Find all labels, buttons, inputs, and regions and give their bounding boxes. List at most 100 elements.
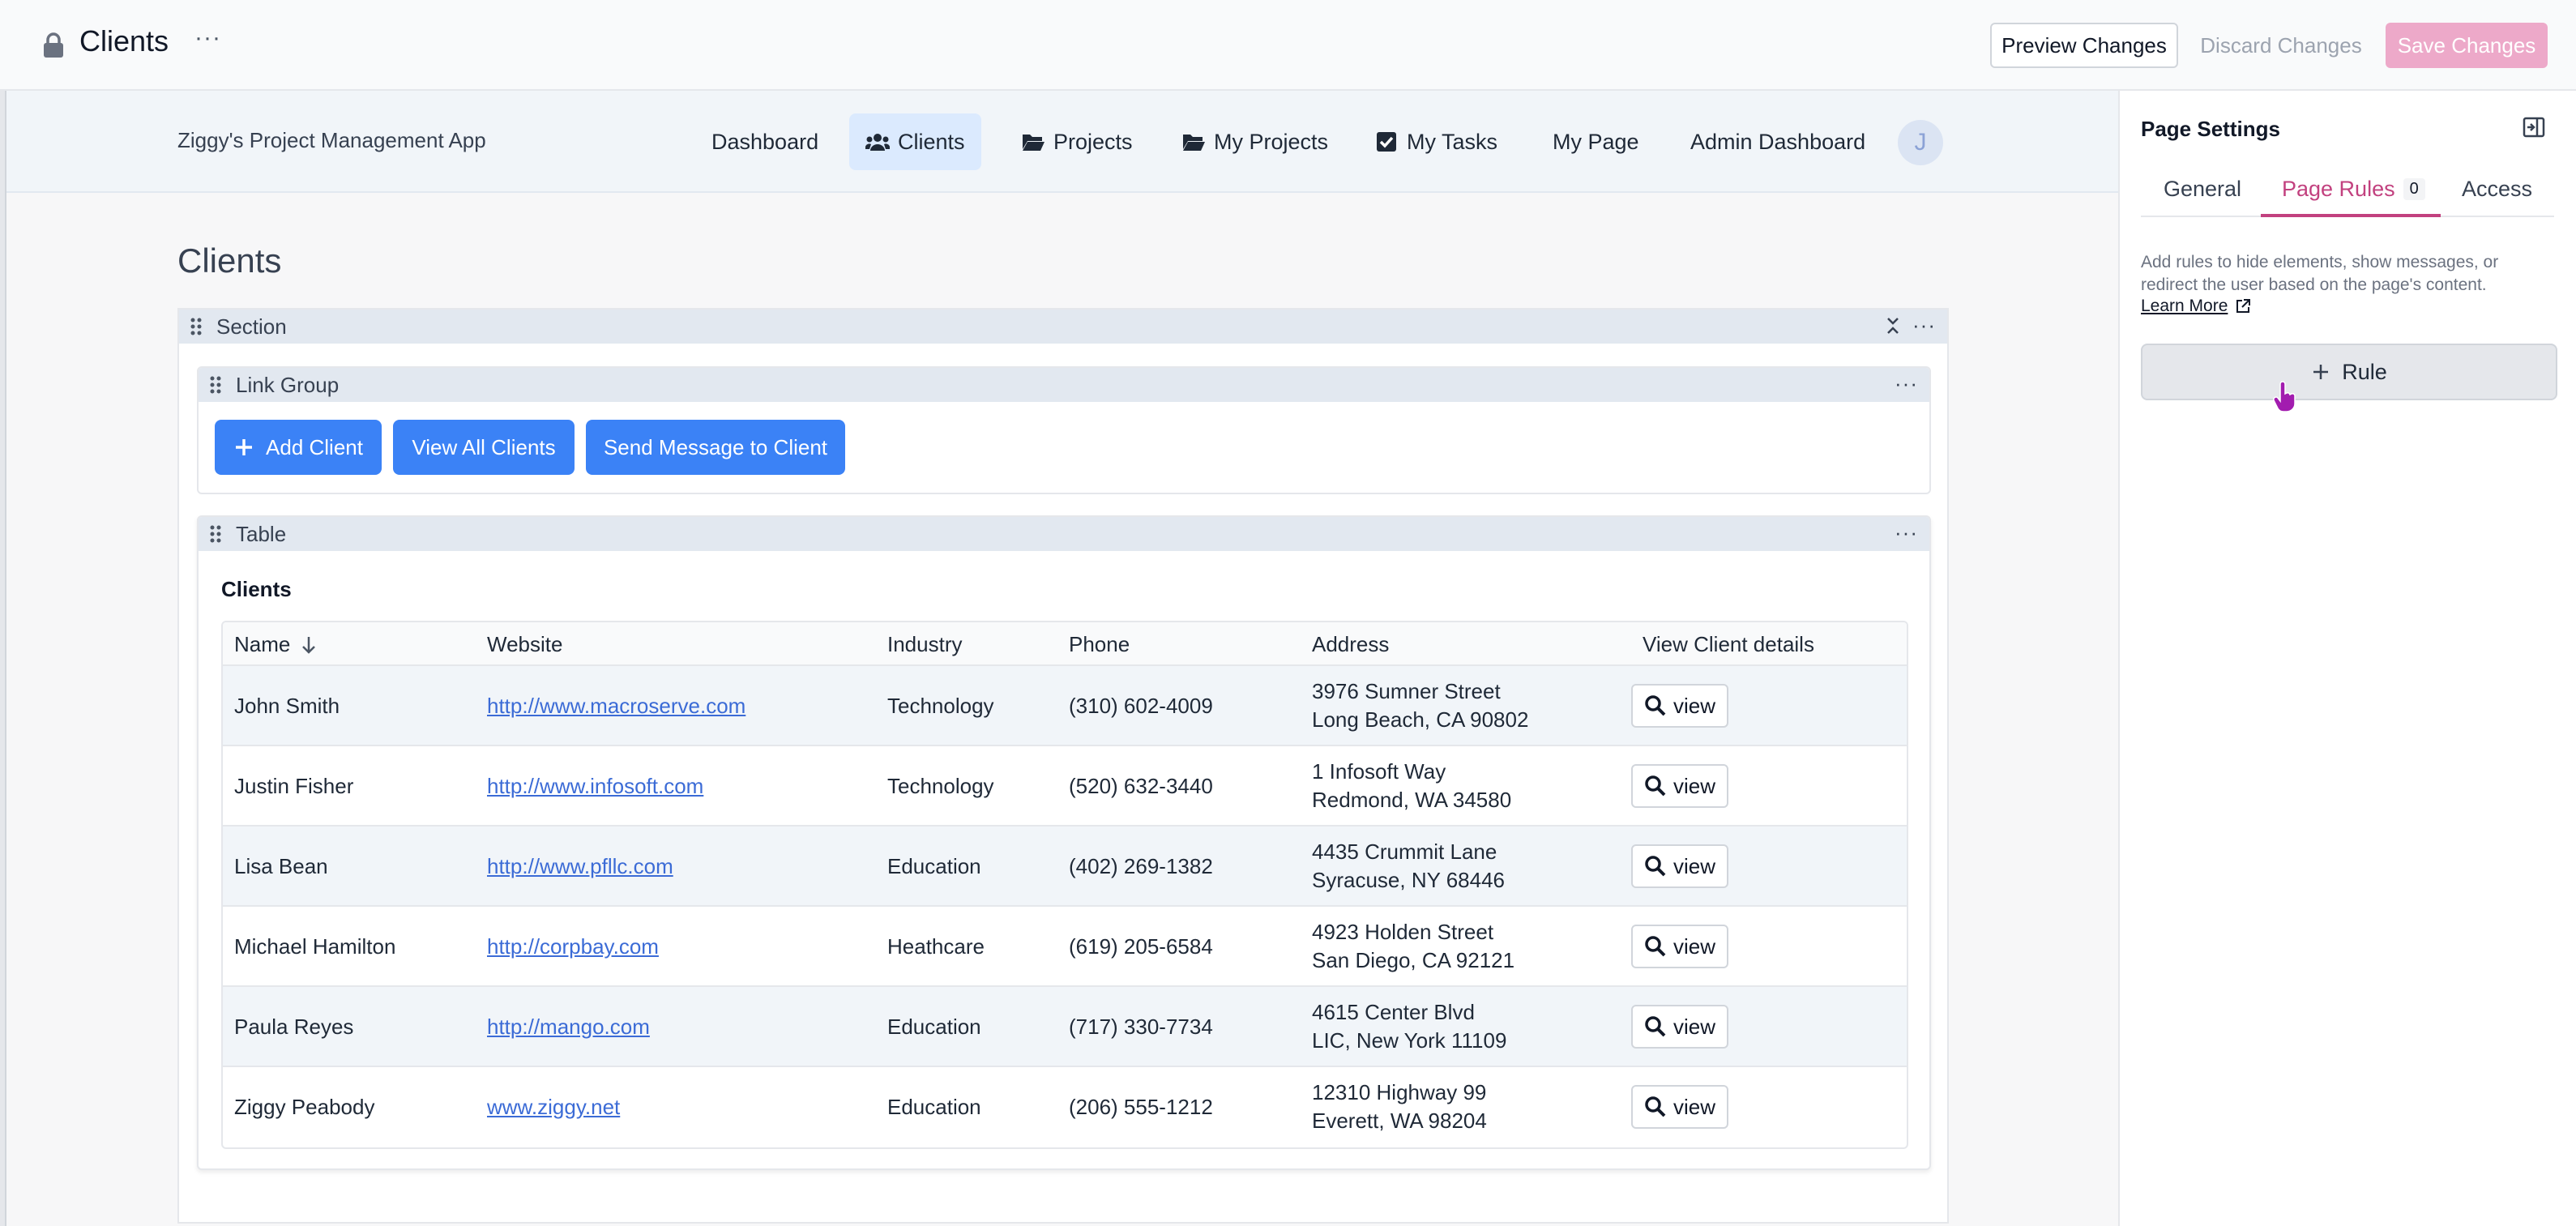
section-header-bar[interactable]: Section ··· [179,310,1947,344]
cell-address: 4615 Center Blvd LIC, New York 11109 [1312,998,1506,1055]
rules-count-badge: 0 [2403,178,2425,200]
cell-phone: (619) 205-6584 [1069,934,1213,959]
send-message-button[interactable]: Send Message to Client [586,420,845,475]
preview-changes-button[interactable]: Preview Changes [1990,23,2178,68]
table-block[interactable]: Table ··· Clients Name Website Industry … [197,515,1931,1170]
table-header-bar[interactable]: Table ··· [199,517,1929,551]
view-button[interactable]: view [1631,1005,1728,1049]
search-icon [1645,936,1666,957]
cell-name: Paula Reyes [234,1015,354,1039]
builder-topbar: Clients ··· Preview Changes Discard Chan… [0,0,2576,91]
cell-industry: Technology [887,694,994,718]
nav-item-my-page[interactable]: My Page [1536,113,1655,170]
button-label: Rule [2342,359,2387,384]
nav-item-projects[interactable]: Projects [1005,113,1149,170]
cell-phone: (310) 602-4009 [1069,694,1213,718]
column-header-name[interactable]: Name [234,632,318,657]
table-row: Lisa Bean http://www.pfllc.com Education… [223,827,1907,907]
nav-item-my-tasks[interactable]: My Tasks [1358,113,1514,170]
ellipsis-icon[interactable]: ··· [1895,520,1918,545]
cell-phone: (520) 632-3440 [1069,774,1213,798]
cell-industry: Education [887,854,981,878]
cell-industry: Education [887,1095,981,1119]
cell-website-link[interactable]: http://corpbay.com [487,934,659,959]
cell-name: Michael Hamilton [234,934,396,959]
address-line-1: 4923 Holden Street [1312,920,1494,944]
search-icon [1645,695,1666,716]
search-icon [1645,1016,1666,1037]
users-icon [865,134,890,151]
view-button[interactable]: view [1631,1085,1728,1129]
drag-handle-icon[interactable] [203,522,228,546]
drag-handle-icon[interactable] [184,314,208,339]
column-header-address[interactable]: Address [1312,632,1389,657]
address-line-2: Redmond, WA 34580 [1312,788,1512,812]
view-label: view [1672,693,1715,718]
clients-table: Name Website Industry Phone Address View… [221,621,1908,1149]
nav-item-dashboard[interactable]: Dashboard [695,113,835,170]
learn-more-label: Learn More [2141,297,2228,315]
view-button[interactable]: view [1631,764,1728,808]
link-group-block[interactable]: Link Group ··· Add Client View All Clien… [197,366,1931,494]
table-title: Clients [221,577,292,601]
column-header-industry[interactable]: Industry [887,632,963,657]
button-label: Send Message to Client [603,434,828,459]
column-header-website[interactable]: Website [487,632,562,657]
cell-website-link[interactable]: http://www.macroserve.com [487,694,745,719]
cell-address: 12310 Highway 99 Everett, WA 98204 [1312,1079,1487,1135]
view-all-clients-button[interactable]: View All Clients [393,420,575,475]
ellipsis-icon[interactable]: ··· [1912,313,1936,338]
discard-changes-button[interactable]: Discard Changes [2194,23,2368,68]
folder-open-icon [1023,135,1044,151]
page-heading[interactable]: Clients [177,241,281,280]
nav-item-my-projects[interactable]: My Projects [1165,113,1344,170]
drag-handle-icon[interactable] [203,373,228,397]
left-sidebar-edge[interactable] [0,91,6,1226]
learn-more-link[interactable]: Learn More [2141,297,2252,316]
table-row: Paula Reyes http://mango.com Education (… [223,987,1907,1067]
external-link-icon [2236,299,2251,313]
ellipsis-icon[interactable]: ··· [194,24,221,52]
save-changes-button[interactable]: Save Changes [2386,23,2548,68]
collapse-icon[interactable] [1882,315,1903,336]
pointer-hand-cursor-icon [2273,381,2296,412]
view-label: view [1672,1014,1715,1039]
collapse-panel-icon[interactable] [2522,115,2546,139]
cell-website-link[interactable]: http://mango.com [487,1015,650,1040]
sort-descending-icon[interactable] [300,634,318,656]
user-avatar[interactable]: J [1898,120,1943,165]
view-label: view [1672,1094,1715,1119]
view-button[interactable]: view [1631,925,1728,968]
column-header-phone[interactable]: Phone [1069,632,1130,657]
cell-website-link[interactable]: http://www.infosoft.com [487,774,703,799]
nav-item-clients[interactable]: Clients [849,113,981,170]
tab-general[interactable]: General [2164,177,2241,202]
ellipsis-icon[interactable]: ··· [1895,371,1918,396]
tab-access[interactable]: Access [2462,177,2532,202]
link-group-header-bar[interactable]: Link Group ··· [199,368,1929,402]
nav-item-admin-dashboard[interactable]: Admin Dashboard [1674,113,1882,170]
add-rule-button[interactable]: Rule [2141,344,2557,400]
tab-page-rules[interactable]: Page Rules 0 [2282,177,2425,202]
nav-label: Dashboard [711,129,819,154]
table-header-row: Name Website Industry Phone Address View… [223,622,1907,666]
section-block[interactable]: Section ··· Link Group ··· Add Client Vi… [177,308,1949,1224]
button-label: Add Client [266,434,363,459]
address-line-2: San Diego, CA 92121 [1312,948,1515,972]
search-icon [1645,1096,1666,1117]
page-canvas: Ziggy's Project Management App Dashboard… [6,91,2118,1226]
table-row: Ziggy Peabody www.ziggy.net Education (2… [223,1067,1907,1147]
address-line-2: Long Beach, CA 90802 [1312,707,1529,732]
table-row: John Smith http://www.macroserve.com Tec… [223,666,1907,746]
view-button[interactable]: view [1631,684,1728,728]
lock-icon [44,32,63,58]
cell-website-link[interactable]: www.ziggy.net [487,1095,620,1120]
section-label: Section [216,314,287,339]
view-button[interactable]: view [1631,844,1728,888]
cell-name: Justin Fisher [234,774,354,798]
app-name[interactable]: Ziggy's Project Management App [177,128,486,153]
cell-website-link[interactable]: http://www.pfllc.com [487,854,673,879]
cell-industry: Education [887,1015,981,1039]
add-client-button[interactable]: Add Client [215,420,382,475]
address-line-1: 12310 Highway 99 [1312,1080,1487,1104]
